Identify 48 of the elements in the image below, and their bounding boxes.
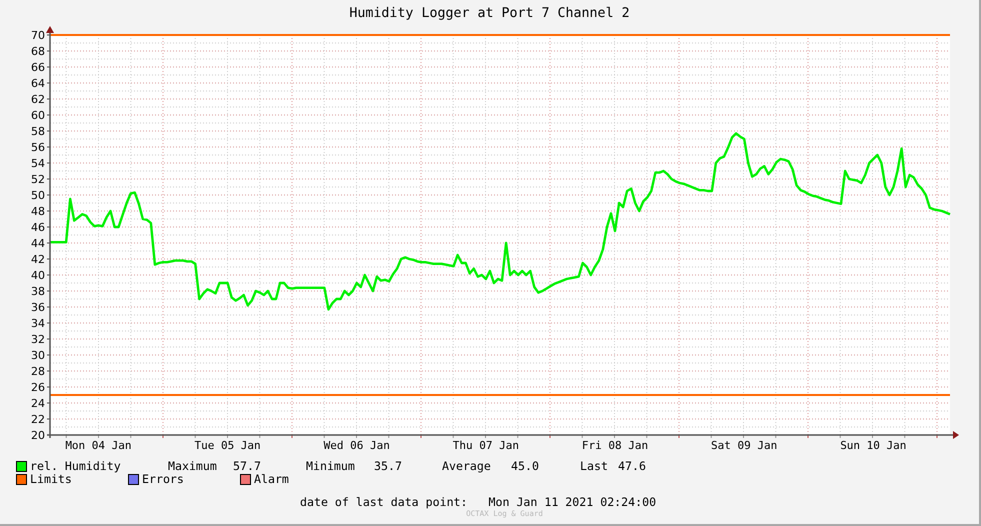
last-data-label: date of last data point: (300, 496, 468, 509)
axis-label: 62 (31, 93, 45, 106)
stat-value: 57.7 (233, 460, 262, 473)
axis-label: 46 (31, 221, 45, 234)
axis-label: 44 (31, 237, 45, 250)
axis-label: 32 (31, 333, 45, 346)
axis-label: 42 (31, 253, 45, 266)
legend-label: Limits (30, 473, 72, 486)
axis-label: 38 (31, 285, 45, 298)
axis-label: 52 (31, 173, 45, 186)
axis-label: Tue 05 Jan (194, 439, 261, 452)
axis-label: 58 (31, 125, 45, 138)
axis-label: 60 (31, 109, 45, 122)
axis-label: 26 (31, 381, 45, 394)
stat-value: 47.6 (618, 460, 647, 473)
axis-label: 68 (31, 45, 45, 58)
legend-label: Errors (142, 473, 184, 486)
legend-label: Alarm (254, 473, 289, 486)
stat-label: Maximum (168, 460, 218, 473)
axis-label: Sat 09 Jan (711, 439, 778, 452)
axis-label: 50 (31, 189, 45, 202)
last-data-date: Mon Jan 11 2021 02:24:00 (488, 496, 656, 509)
axis-label: Mon 04 Jan (65, 439, 132, 452)
stat-value: 45.0 (511, 460, 540, 473)
axis-label: 54 (31, 157, 45, 170)
axis-label: 66 (31, 61, 45, 74)
stat-value: 35.7 (374, 460, 403, 473)
stat-label: Last (580, 460, 609, 473)
axis-label: 20 (31, 429, 45, 442)
axis-label: 36 (31, 301, 45, 314)
axis-label: 48 (31, 205, 45, 218)
axis-label: 56 (31, 141, 45, 154)
axis-label: 70 (31, 29, 45, 42)
axis-label: 24 (31, 397, 45, 410)
axis-label: Fri 08 Jan (582, 439, 648, 452)
axis-label: Thu 07 Jan (452, 439, 519, 452)
axis-label: 28 (31, 365, 45, 378)
axis-label: Sun 10 Jan (840, 439, 906, 452)
chart-title: Humidity Logger at Port 7 Channel 2 (349, 6, 630, 20)
axis-label: Wed 06 Jan (324, 439, 390, 452)
axis-label: 64 (31, 77, 45, 90)
axis-label: 22 (31, 413, 45, 426)
axis-label: 30 (31, 349, 45, 362)
legend-label: rel. Humidity (30, 460, 121, 473)
stat-label: Minimum (306, 460, 356, 473)
stat-label: Average (442, 460, 492, 473)
axis-label: 40 (31, 269, 45, 282)
axis-label: 34 (31, 317, 45, 330)
